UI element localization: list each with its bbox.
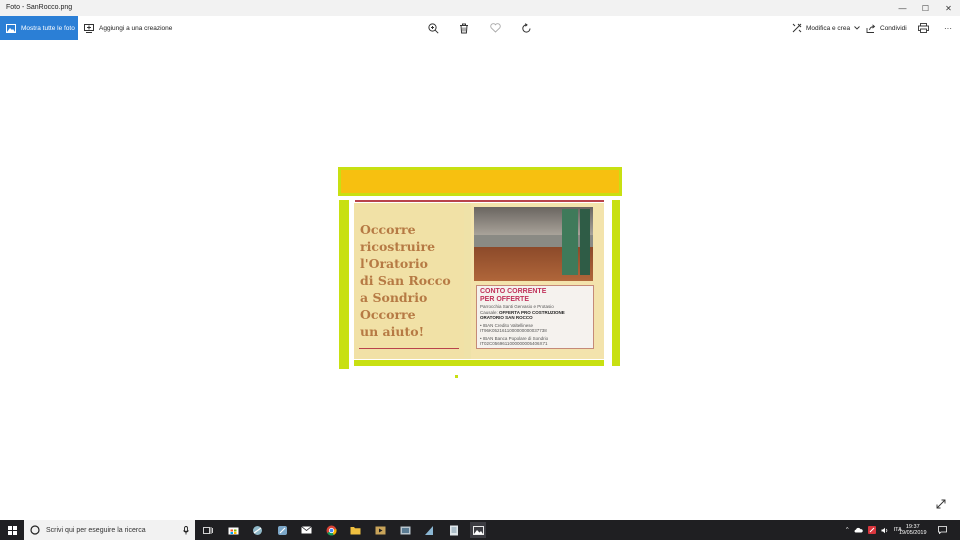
share-icon xyxy=(866,23,876,33)
zoom-in-icon xyxy=(427,22,439,34)
photo-toolbar: Mostra tutte le foto Aggiungi a una crea… xyxy=(0,16,960,40)
card-title: PER OFFERTE xyxy=(480,296,530,303)
poster-text-panel: Occorre ricostruire l'Oratorio di San Ro… xyxy=(354,203,464,359)
minimize-button[interactable]: — xyxy=(891,0,914,16)
file-explorer-icon[interactable] xyxy=(347,522,363,538)
delete-button[interactable] xyxy=(456,20,472,36)
more-options-button[interactable]: ··· xyxy=(940,20,956,36)
expand-icon xyxy=(936,499,946,509)
volume-icon[interactable] xyxy=(881,527,889,534)
headline-line: un aiuto! xyxy=(360,324,425,339)
poster-bottom-border xyxy=(354,360,604,366)
poster-headline: Occorre ricostruire l'Oratorio di San Ro… xyxy=(360,221,464,340)
close-button[interactable]: ✕ xyxy=(937,0,960,16)
headline-line: a Sondrio xyxy=(360,290,428,305)
share-label: Condividi xyxy=(880,24,907,32)
start-button[interactable] xyxy=(0,520,24,540)
donation-card: CONTO CORRENTE PER OFFERTE Parrocchia Sa… xyxy=(476,285,594,349)
antivirus-icon[interactable] xyxy=(867,526,876,534)
app-icon[interactable] xyxy=(397,522,413,538)
chevron-down-icon xyxy=(854,26,860,30)
headline-underline xyxy=(359,348,459,349)
card-causale-2: ORATORIO SAN ROCCO xyxy=(480,315,533,320)
headline-line: di San Rocco xyxy=(360,273,451,288)
edit-icon xyxy=(792,23,802,33)
heart-icon xyxy=(489,23,501,33)
poster-info-panel: CONTO CORRENTE PER OFFERTE Parrocchia Sa… xyxy=(471,203,604,359)
poster-divider xyxy=(355,200,604,202)
taskbar: Scrivi qui per eseguire la ricerca ^ ITA… xyxy=(0,520,960,540)
fullscreen-button[interactable] xyxy=(934,497,948,511)
oratorio-interior-image xyxy=(474,207,593,281)
clock[interactable]: 19:37 19/05/2019 xyxy=(899,520,927,540)
app-icon[interactable] xyxy=(249,522,265,538)
poster-top-banner xyxy=(338,167,622,196)
microphone-icon xyxy=(183,525,189,534)
poster-body: Occorre ricostruire l'Oratorio di San Ro… xyxy=(354,203,604,359)
headline-line: ricostruire xyxy=(360,239,436,254)
edit-create-label: Modifica e crea xyxy=(806,24,851,32)
edit-create-button[interactable]: Modifica e crea xyxy=(792,16,860,40)
trash-icon xyxy=(460,23,468,33)
headline-line: l'Oratorio xyxy=(360,256,428,271)
clock-date: 19/05/2019 xyxy=(899,530,927,536)
print-button[interactable] xyxy=(915,20,931,36)
add-to-creation-label: Aggiungi a una creazione xyxy=(99,24,173,32)
photos-icon xyxy=(6,23,16,33)
iban2-value: IT02C0569611000000005406X71 xyxy=(480,341,548,346)
chrome-icon[interactable] xyxy=(323,522,339,538)
maximize-button[interactable]: ☐ xyxy=(914,0,937,16)
cortana-icon xyxy=(30,525,40,535)
app-icon[interactable] xyxy=(446,522,462,538)
taskbar-search[interactable]: Scrivi qui per eseguire la ricerca xyxy=(24,520,195,540)
show-all-photos-button[interactable]: Mostra tutte le foto xyxy=(0,16,78,40)
rotate-button[interactable] xyxy=(518,20,534,36)
media-player-icon[interactable] xyxy=(372,522,388,538)
favorite-button[interactable] xyxy=(487,20,503,36)
card-title: CONTO CORRENTE xyxy=(480,288,547,295)
show-all-photos-label: Mostra tutte le foto xyxy=(21,24,75,32)
poster-right-border xyxy=(612,200,620,366)
onedrive-icon[interactable] xyxy=(854,527,863,533)
photos-app-icon[interactable] xyxy=(470,522,486,538)
printer-icon xyxy=(917,23,929,33)
add-creation-icon xyxy=(84,23,94,33)
title-bar: Foto - SanRocco.png — ☐ ✕ xyxy=(0,0,960,16)
search-placeholder: Scrivi qui per eseguire la ricerca xyxy=(46,526,146,534)
poster-dot xyxy=(455,375,458,378)
windows-icon xyxy=(7,525,17,535)
displayed-photo: Occorre ricostruire l'Oratorio di San Ro… xyxy=(338,167,622,379)
notification-icon xyxy=(938,526,947,534)
mail-icon[interactable] xyxy=(298,522,314,538)
rotate-icon xyxy=(521,22,530,33)
add-to-creation-button[interactable]: Aggiungi a una creazione xyxy=(84,16,172,40)
tray-chevron-up-icon[interactable]: ^ xyxy=(846,527,849,533)
zoom-in-button[interactable] xyxy=(425,20,441,36)
window-title: Foto - SanRocco.png xyxy=(6,4,73,11)
store-icon[interactable] xyxy=(225,522,241,538)
poster-left-border xyxy=(339,200,349,369)
iban1-value: IT96K0521611000000000037738 xyxy=(480,328,547,333)
headline-line: Occorre xyxy=(360,222,416,237)
app-icon[interactable] xyxy=(421,522,437,538)
share-button[interactable]: Condividi xyxy=(866,16,907,40)
system-tray: ^ ITA xyxy=(846,520,902,540)
app-icon[interactable] xyxy=(274,522,290,538)
action-center-button[interactable] xyxy=(938,520,947,540)
headline-line: Occorre xyxy=(360,307,416,322)
task-view-icon[interactable] xyxy=(200,522,216,538)
